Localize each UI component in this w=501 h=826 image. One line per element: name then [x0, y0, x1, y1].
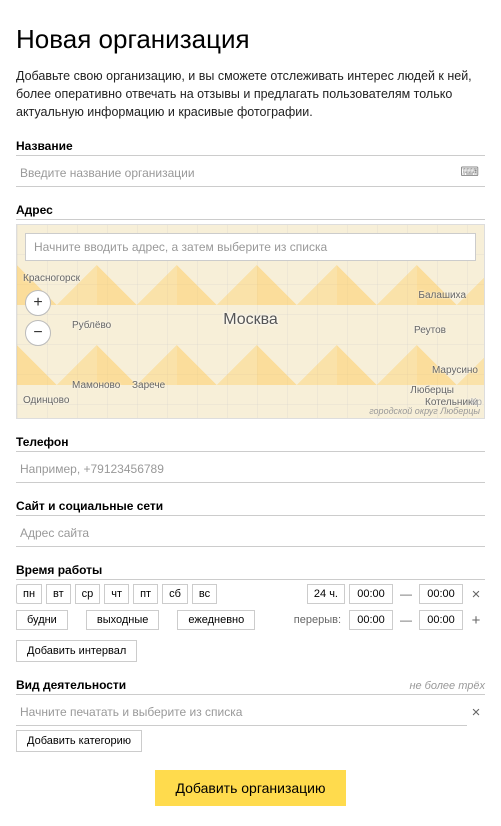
name-label: Название — [16, 139, 485, 156]
submit-button[interactable]: Добавить организацию — [155, 770, 345, 806]
page-title: Новая организация — [16, 24, 485, 55]
day-sun-button[interactable]: вс — [192, 584, 217, 604]
map-place-label: Марусино — [432, 365, 478, 376]
day-mon-button[interactable]: пн — [16, 584, 42, 604]
phone-label: Телефон — [16, 435, 485, 452]
time-dash: — — [397, 587, 415, 601]
map[interactable]: + − Москва Красногорск Рублёво Одинцово … — [16, 224, 485, 419]
add-category-button[interactable]: Добавить категорию — [16, 730, 142, 752]
allday-button[interactable]: 24 ч. — [307, 584, 345, 604]
day-thu-button[interactable]: чт — [104, 584, 129, 604]
day-fri-button[interactable]: пт — [133, 584, 158, 604]
hours-label: Время работы — [16, 563, 485, 580]
preset-weekend-button[interactable]: выходные — [86, 610, 160, 630]
remove-row-icon[interactable]: × — [467, 586, 485, 603]
time-from-input[interactable] — [349, 584, 393, 604]
category-label: Вид деятельности — [16, 678, 126, 692]
phone-section: Телефон — [16, 435, 485, 483]
form-container: Новая организация Добавьте свою организа… — [0, 0, 501, 826]
day-tue-button[interactable]: вт — [46, 584, 71, 604]
category-hint: не более трёх — [409, 680, 485, 692]
clear-category-icon[interactable]: × — [467, 704, 485, 721]
zoom-out-button[interactable]: − — [25, 320, 51, 346]
map-place-label: Реутов — [414, 325, 446, 336]
category-input[interactable] — [16, 699, 467, 726]
address-label: Адрес — [16, 203, 485, 220]
map-place-label: Зарече — [132, 380, 165, 391]
map-place-label: Люберцы — [410, 385, 454, 396]
break-label: перерыв: — [294, 614, 345, 626]
preset-daily-button[interactable]: ежедневно — [177, 610, 255, 630]
hours-section: Время работы пн вт ср чт пт сб вс 24 ч. … — [16, 563, 485, 662]
add-interval-button[interactable]: Добавить интервал — [16, 640, 137, 662]
time-to-input[interactable] — [419, 584, 463, 604]
zoom-controls: + − — [25, 290, 51, 350]
map-place-label: Мамоново — [72, 380, 120, 391]
page-description: Добавьте свою организацию, и вы сможете … — [16, 67, 485, 121]
preset-weekdays-button[interactable]: будни — [16, 610, 68, 630]
map-place-label: Рублёво — [72, 320, 111, 331]
address-section: Адрес + − Москва Красногорск Рублёво Оди… — [16, 203, 485, 419]
zoom-in-button[interactable]: + — [25, 290, 51, 316]
submit-row: Добавить организацию — [16, 770, 485, 806]
phone-input[interactable] — [16, 456, 485, 483]
map-place-label: Красногорск — [23, 273, 80, 284]
site-input[interactable] — [16, 520, 485, 547]
day-wed-button[interactable]: ср — [75, 584, 101, 604]
site-section: Сайт и социальные сети — [16, 499, 485, 547]
day-sat-button[interactable]: сб — [162, 584, 188, 604]
map-place-label: Одинцово — [23, 395, 69, 406]
hours-presets-row: будни выходные ежедневно перерыв: — + — [16, 610, 485, 630]
map-center-label: Москва — [223, 311, 278, 329]
hours-days-row: пн вт ср чт пт сб вс 24 ч. — × — [16, 584, 485, 604]
keyboard-icon[interactable]: ⌨ — [460, 164, 479, 180]
break-dash: — — [397, 613, 415, 627]
category-section: Вид деятельности не более трёх × Добавит… — [16, 678, 485, 752]
name-section: Название ⌨ — [16, 139, 485, 187]
break-from-input[interactable] — [349, 610, 393, 630]
address-search-input[interactable] — [25, 233, 476, 261]
map-place-label: Балашиха — [418, 290, 466, 301]
add-row-icon[interactable]: + — [467, 612, 485, 629]
break-to-input[interactable] — [419, 610, 463, 630]
name-input[interactable] — [16, 160, 485, 187]
site-label: Сайт и социальные сети — [16, 499, 485, 516]
map-credit: городской округ Люберцы — [369, 406, 480, 416]
